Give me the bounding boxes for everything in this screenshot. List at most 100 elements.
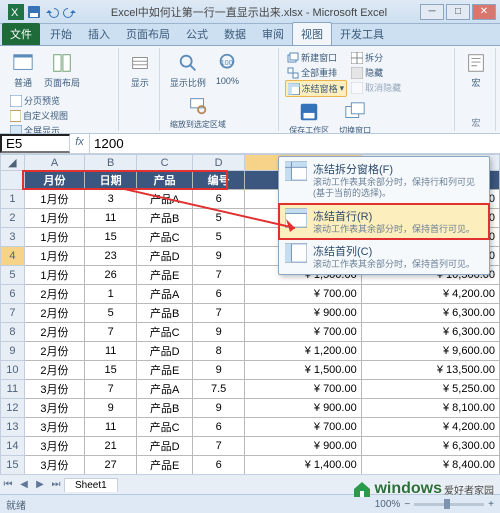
col-C[interactable]: C <box>137 155 193 171</box>
cell[interactable]: 产品E <box>137 456 193 475</box>
cell[interactable]: 产品E <box>137 361 193 380</box>
maximize-button[interactable]: □ <box>446 4 470 20</box>
fx-button[interactable]: fx <box>70 134 90 153</box>
split-button[interactable]: 拆分 <box>349 50 411 65</box>
cell[interactable]: 2月份 <box>24 361 84 380</box>
cell[interactable]: 9 <box>193 247 245 266</box>
cell[interactable]: 1月份 <box>24 247 84 266</box>
cell[interactable]: ¥ 8,100.00 <box>361 399 499 418</box>
cell[interactable]: 7 <box>85 380 137 399</box>
unhide-button[interactable]: 取消隐藏 <box>349 80 411 95</box>
cell[interactable]: 2月份 <box>24 304 84 323</box>
cell[interactable]: 6 <box>193 285 245 304</box>
cell[interactable]: ¥ 1,400.00 <box>245 456 362 475</box>
row-header[interactable]: 7 <box>1 304 25 323</box>
cell[interactable]: ¥ 1,500.00 <box>245 361 362 380</box>
cell[interactable]: 9 <box>193 361 245 380</box>
cell[interactable]: ¥ 1,200.00 <box>245 342 362 361</box>
sheet-nav-first[interactable]: ⏮ <box>0 479 16 490</box>
cell[interactable]: 11 <box>85 418 137 437</box>
freeze-panes-button[interactable]: 冻结窗格▾ <box>285 80 347 97</box>
cell[interactable]: 2月份 <box>24 342 84 361</box>
cell[interactable]: 3月份 <box>24 418 84 437</box>
cell[interactable]: ¥ 8,400.00 <box>361 456 499 475</box>
normal-view-button[interactable]: 普通 <box>8 50 38 91</box>
save-icon[interactable] <box>26 4 42 20</box>
cell[interactable]: 产品A <box>137 380 193 399</box>
cell[interactable]: 产品D <box>137 342 193 361</box>
zoom-in-button[interactable]: + <box>488 499 494 510</box>
tab-developer[interactable]: 开发工具 <box>332 23 392 45</box>
tab-insert[interactable]: 插入 <box>80 23 118 45</box>
row-header[interactable]: 13 <box>1 418 25 437</box>
zoom-slider[interactable] <box>414 503 484 506</box>
cell[interactable]: 7 <box>193 304 245 323</box>
cell[interactable]: ¥ 700.00 <box>245 418 362 437</box>
macros-button[interactable]: 宏 <box>461 50 491 91</box>
zoom-out-button[interactable]: − <box>404 499 410 510</box>
row-header[interactable]: 14 <box>1 437 25 456</box>
cell[interactable]: 11 <box>85 209 137 228</box>
cell[interactable]: ¥ 700.00 <box>245 285 362 304</box>
cell[interactable]: 产品A <box>137 285 193 304</box>
cell[interactable]: 3月份 <box>24 437 84 456</box>
freeze-split-panes-item[interactable]: 冻结拆分窗格(F)滚动工作表其余部分时，保持行和列可见(基于当前的选择)。 <box>279 157 489 204</box>
cell[interactable]: 3月份 <box>24 380 84 399</box>
cell[interactable]: 产品A <box>137 190 193 209</box>
cell[interactable]: 15 <box>85 361 137 380</box>
cell[interactable]: 产品B <box>137 304 193 323</box>
save-workspace-button[interactable]: 保存工作区 <box>285 99 333 134</box>
cell[interactable]: ¥ 13,500.00 <box>361 361 499 380</box>
row-header[interactable]: 10 <box>1 361 25 380</box>
zoom-button[interactable]: 显示比例 <box>166 50 210 91</box>
cell[interactable]: 6 <box>193 456 245 475</box>
sheet-nav-next[interactable]: ▶ <box>32 479 48 490</box>
zoom-100-button[interactable]: 100100% <box>212 50 243 91</box>
cell[interactable]: ¥ 700.00 <box>245 323 362 342</box>
cell[interactable]: 27 <box>85 456 137 475</box>
zoom-to-selection-button[interactable]: 缩放到选定区域 <box>166 93 230 132</box>
sheet-nav-last[interactable]: ⏭ <box>48 479 64 490</box>
cell[interactable]: 9 <box>193 399 245 418</box>
select-all-corner[interactable]: ◢ <box>1 155 25 171</box>
cell[interactable]: ¥ 900.00 <box>245 304 362 323</box>
cell[interactable]: ¥ 6,300.00 <box>361 437 499 456</box>
row-header[interactable]: 9 <box>1 342 25 361</box>
cell[interactable]: 3 <box>85 190 137 209</box>
cell[interactable]: 产品B <box>137 209 193 228</box>
show-button[interactable]: 显示 <box>125 50 155 91</box>
row-header[interactable]: 11 <box>1 380 25 399</box>
tab-page-layout[interactable]: 页面布局 <box>118 23 178 45</box>
cell[interactable]: 15 <box>85 228 137 247</box>
cell[interactable]: ¥ 4,200.00 <box>361 285 499 304</box>
cell[interactable]: 7 <box>85 323 137 342</box>
freeze-top-row-item[interactable]: 冻结首行(R)滚动工作表其余部分时，保持首行可见。 <box>279 204 489 240</box>
hide-button[interactable]: 隐藏 <box>349 65 411 80</box>
cell[interactable]: ¥ 6,300.00 <box>361 304 499 323</box>
cell[interactable]: 3月份 <box>24 456 84 475</box>
cell[interactable]: 2月份 <box>24 285 84 304</box>
col-D[interactable]: D <box>193 155 245 171</box>
row-header[interactable]: 3 <box>1 228 25 247</box>
cell[interactable]: 5 <box>193 228 245 247</box>
switch-windows-button[interactable]: 切换窗口 <box>335 99 375 134</box>
cell[interactable]: 产品C <box>137 323 193 342</box>
undo-icon[interactable] <box>44 4 60 20</box>
row-header[interactable]: 12 <box>1 399 25 418</box>
cell[interactable]: 产品D <box>137 247 193 266</box>
worksheet-grid[interactable]: ◢ A B C D E F 月份 日期 产品 编号 11月份3产品A60.002… <box>0 154 500 474</box>
row-header[interactable]: 15 <box>1 456 25 475</box>
sheet-nav-prev[interactable]: ◀ <box>16 479 32 490</box>
row-header[interactable]: 1 <box>1 190 25 209</box>
cell[interactable]: ¥ 900.00 <box>245 437 362 456</box>
redo-icon[interactable] <box>62 4 78 20</box>
row-header[interactable]: 2 <box>1 209 25 228</box>
page-layout-view-button[interactable]: 页面布局 <box>40 50 84 91</box>
cell[interactable]: 6 <box>193 418 245 437</box>
row-header[interactable]: 4 <box>1 247 25 266</box>
sheet-tab-sheet1[interactable]: Sheet1 <box>64 478 118 492</box>
cell[interactable]: 26 <box>85 266 137 285</box>
cell[interactable]: 21 <box>85 437 137 456</box>
cell[interactable]: 1 <box>85 285 137 304</box>
cell[interactable]: ¥ 5,250.00 <box>361 380 499 399</box>
